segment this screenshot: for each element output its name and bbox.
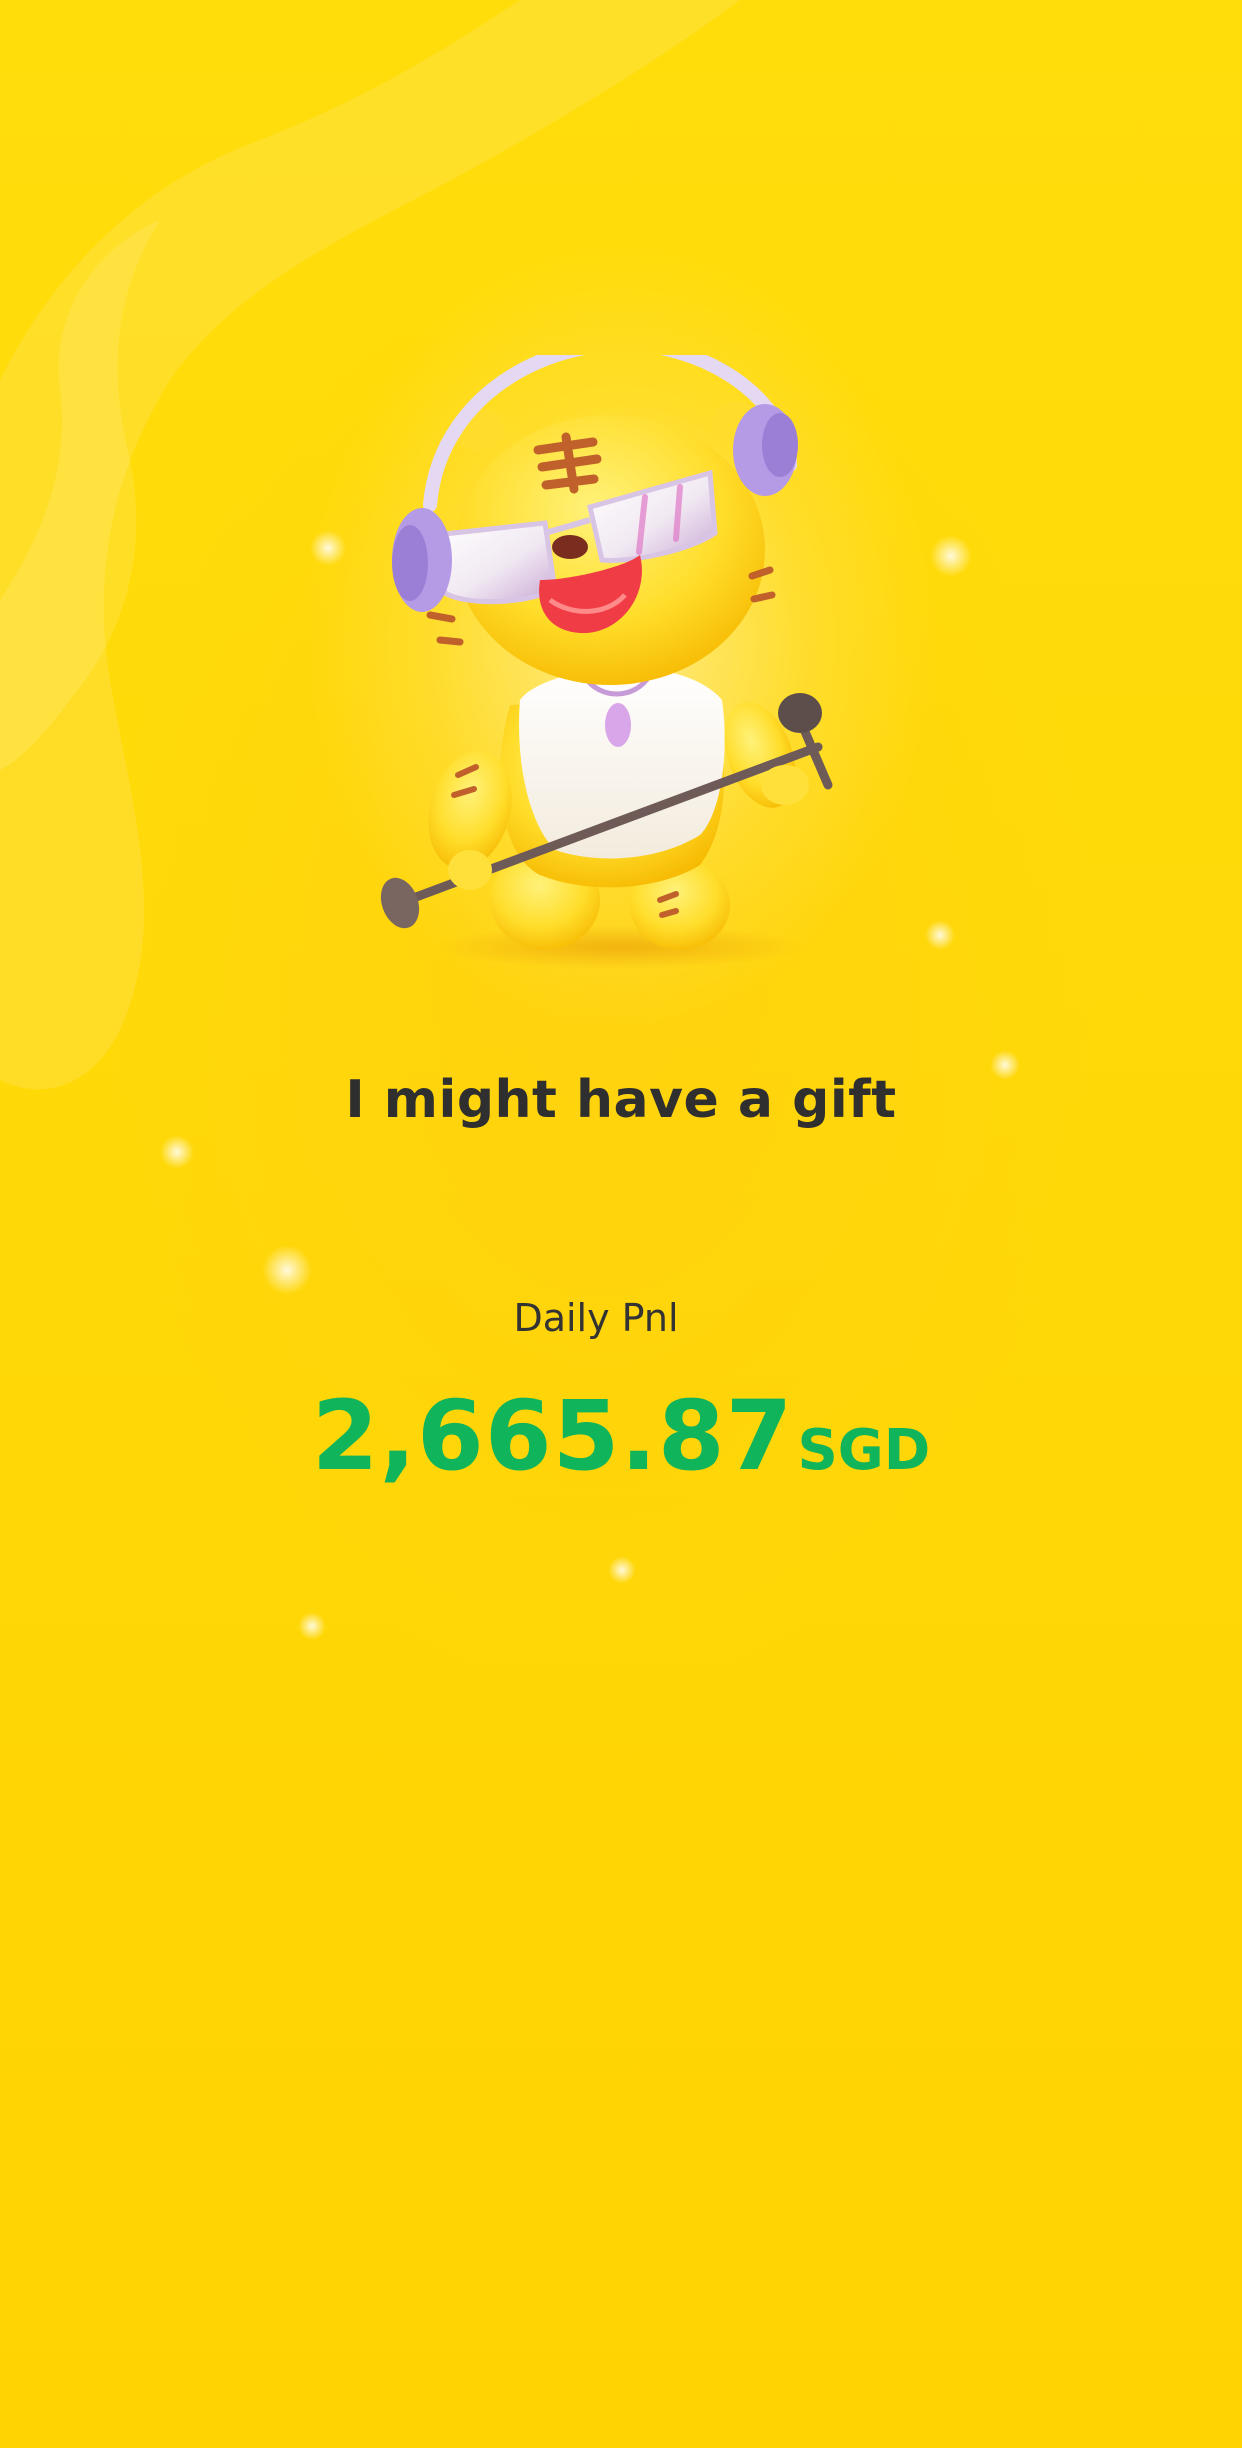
tiger-mascot-singer-icon (380, 355, 833, 969)
sparkle (160, 1135, 194, 1169)
daily-pnl-label: Daily Pnl (513, 1296, 679, 1340)
sparkle (262, 1245, 312, 1295)
sparkle (310, 530, 346, 566)
gift-message-title: I might have a gift (345, 1070, 897, 1130)
sparkle (608, 1556, 636, 1584)
sparkle (930, 535, 972, 577)
sparkle (925, 920, 955, 950)
sparkle (298, 1612, 326, 1640)
daily-pnl-value: 2,665.87 (311, 1380, 794, 1492)
gift-screen: I might have a gift Daily Pnl 2,665.87 S… (0, 0, 1242, 2448)
daily-pnl-currency: SGD (797, 1418, 931, 1483)
daily-pnl-amount: 2,665.87 SGD (0, 1380, 1242, 1492)
